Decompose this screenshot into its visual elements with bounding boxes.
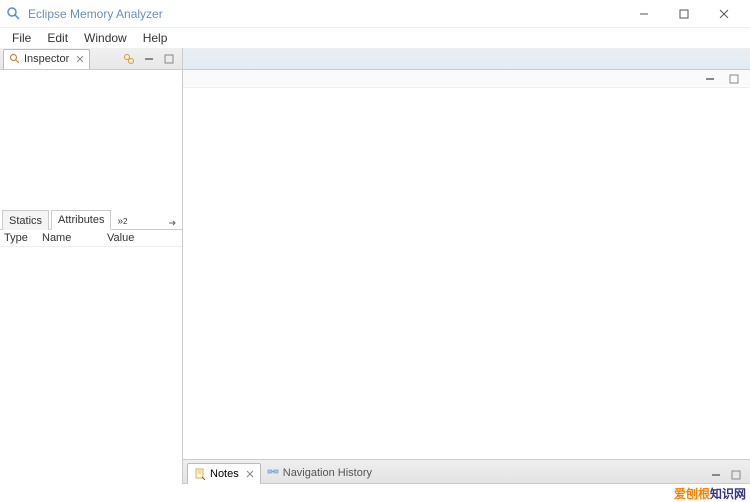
- editor-header: [183, 48, 750, 70]
- window-controls: [624, 1, 744, 27]
- title-bar: Eclipse Memory Analyzer: [0, 0, 750, 28]
- close-button[interactable]: [704, 1, 744, 27]
- column-type[interactable]: Type: [4, 232, 42, 244]
- inspector-icon: [9, 53, 21, 65]
- main-area: Inspector Statics Attributes »2: [0, 48, 750, 484]
- attributes-table-body: [0, 247, 182, 484]
- inspector-tab-label: Inspector: [24, 53, 69, 65]
- notes-icon: [194, 468, 206, 480]
- menu-edit[interactable]: Edit: [39, 29, 76, 47]
- tab-statics[interactable]: Statics: [2, 210, 49, 230]
- menu-file[interactable]: File: [4, 29, 39, 47]
- tab-navigation-history[interactable]: Navigation History: [261, 462, 378, 483]
- close-tab-icon[interactable]: [76, 55, 84, 63]
- inspector-panel-header: Inspector: [0, 48, 182, 70]
- menu-window[interactable]: Window: [76, 29, 135, 47]
- column-name[interactable]: Name: [42, 232, 107, 244]
- attributes-table-header: Type Name Value: [0, 230, 182, 247]
- link-editor-icon[interactable]: [121, 51, 137, 67]
- tab-notes[interactable]: Notes: [187, 463, 261, 484]
- watermark: 爱刨根知识网: [674, 484, 746, 502]
- maximize-button[interactable]: [664, 1, 704, 27]
- tab-notes-label: Notes: [210, 468, 239, 480]
- menu-help[interactable]: Help: [135, 29, 176, 47]
- tab-attributes[interactable]: Attributes: [51, 210, 111, 230]
- window-title: Eclipse Memory Analyzer: [28, 7, 624, 21]
- bottom-maximize-icon[interactable]: [728, 467, 744, 483]
- bottom-minimize-icon[interactable]: [708, 467, 724, 483]
- inspector-panel: Inspector Statics Attributes »2: [0, 48, 183, 484]
- bottom-tabs-bar: Notes Navigation History: [183, 460, 750, 484]
- detail-tabs: Statics Attributes »2: [0, 208, 182, 230]
- watermark-part2: 知识网: [710, 485, 746, 502]
- editor-area: Notes Navigation History: [183, 48, 750, 484]
- minimize-button[interactable]: [624, 1, 664, 27]
- inspector-tab[interactable]: Inspector: [3, 49, 90, 69]
- bottom-panel: Notes Navigation History: [183, 459, 750, 484]
- minimize-view-icon[interactable]: [141, 51, 157, 67]
- editor-minimize-icon[interactable]: [702, 71, 718, 87]
- tabs-overflow-icon[interactable]: [166, 217, 178, 229]
- watermark-part1: 爱刨根: [674, 485, 710, 502]
- app-icon: [6, 6, 22, 22]
- close-notes-icon[interactable]: [246, 470, 254, 478]
- editor-body[interactable]: [183, 88, 750, 459]
- editor-maximize-icon[interactable]: [726, 71, 742, 87]
- column-value[interactable]: Value: [107, 232, 178, 244]
- editor-toolbar: [183, 70, 750, 88]
- menu-bar: File Edit Window Help: [0, 28, 750, 48]
- tabs-more-indicator[interactable]: »2: [113, 214, 131, 229]
- history-icon: [267, 467, 279, 479]
- tab-nav-history-label: Navigation History: [283, 467, 372, 479]
- maximize-view-icon[interactable]: [161, 51, 177, 67]
